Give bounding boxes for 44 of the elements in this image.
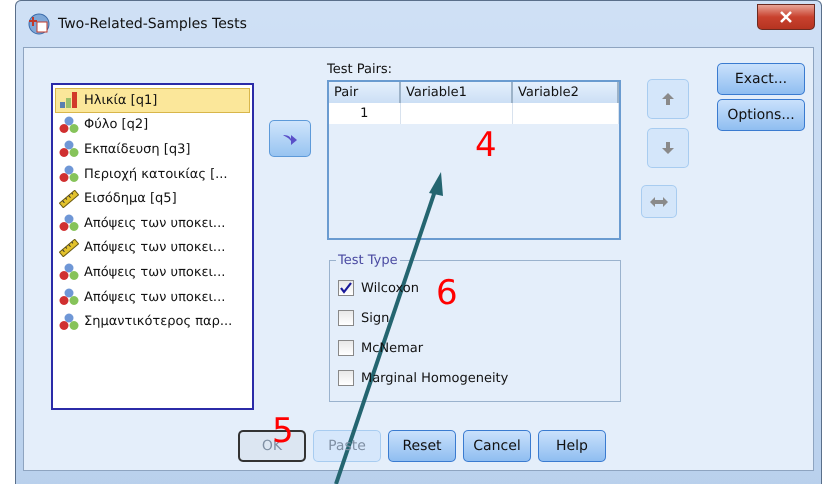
three-circles-icon: [59, 312, 79, 331]
variable-item[interactable]: Φύλο [q2]: [55, 112, 250, 138]
move-button[interactable]: [269, 120, 311, 157]
dialog-button[interactable]: Cancel: [463, 430, 531, 462]
table-cell: 1: [329, 103, 400, 124]
dialog-button[interactable]: Exact...: [717, 63, 805, 95]
column-header: Variable1: [400, 82, 512, 103]
three-circles-icon: [59, 214, 79, 232]
three-circles-icon: [59, 288, 79, 306]
window-title: Two-Related-Samples Tests: [58, 16, 247, 32]
swap-arrows-icon: [649, 196, 669, 208]
test-pairs-label: Test Pairs:: [327, 62, 394, 79]
three-circles-icon: [59, 165, 79, 184]
checkbox[interactable]: [338, 370, 354, 386]
dialog-button[interactable]: Reset: [388, 430, 456, 462]
close-button[interactable]: [757, 4, 815, 30]
variable-item[interactable]: Απόψεις των υποκει...: [55, 260, 250, 285]
up-arrow-icon: [661, 92, 675, 106]
three-circles-icon: [59, 140, 79, 158]
checkbox[interactable]: [338, 310, 354, 326]
annotation-number: 6: [436, 276, 458, 310]
annotation-number: 4: [475, 128, 497, 162]
variable-item[interactable]: Περιοχή κατοικίας [...: [55, 162, 250, 186]
checkbox-label: Sign: [361, 310, 390, 326]
three-circles-icon: [59, 263, 79, 282]
checkbox[interactable]: [338, 280, 354, 296]
app-icon: [28, 13, 50, 35]
column-header: Pair: [329, 82, 400, 103]
checkbox[interactable]: [338, 340, 354, 356]
test-type-legend: Test Type: [336, 253, 400, 268]
close-icon: [779, 11, 793, 23]
bar-chart-icon: [59, 91, 79, 110]
variable-item[interactable]: Απόψεις των υποκει...: [55, 210, 250, 236]
variable-item[interactable]: Εισόδημα [q5]: [55, 186, 250, 211]
variable-item[interactable]: Εκπαίδευση [q3]: [55, 137, 250, 162]
dialog-button[interactable]: Help: [538, 430, 606, 462]
down-arrow-icon: [661, 141, 675, 155]
column-header: Variable2: [512, 82, 618, 103]
variable-item[interactable]: Ηλικία [q1]: [55, 88, 250, 113]
three-circles-icon: [59, 116, 79, 134]
variable-item[interactable]: Απόψεις των υποκει...: [55, 236, 250, 260]
dialog-button[interactable]: Options...: [717, 99, 805, 131]
variable-item[interactable]: Απόψεις των υποκει...: [55, 284, 250, 310]
variable-item[interactable]: Σημαντικότερος παρ...: [55, 309, 250, 334]
